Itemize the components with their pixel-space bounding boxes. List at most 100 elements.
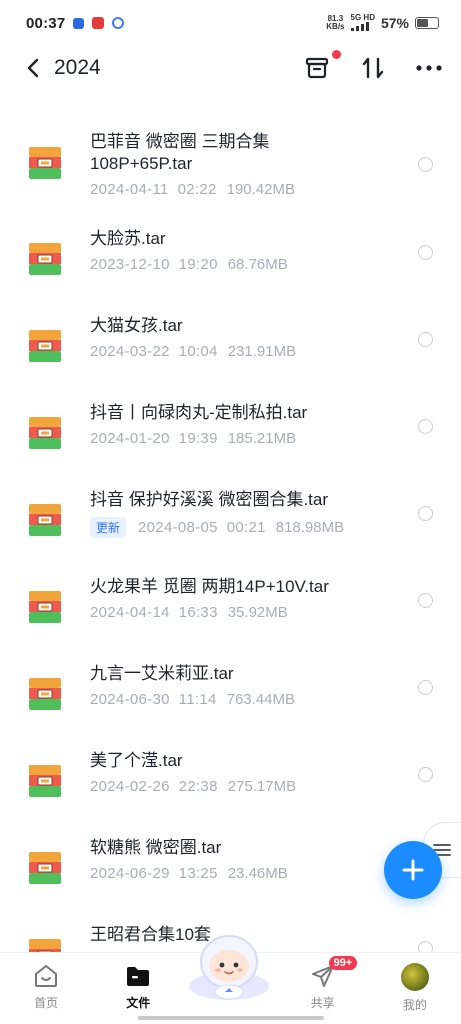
net-speed: 81.3 KB/s — [326, 14, 345, 31]
folder-icon — [127, 967, 150, 986]
file-list-item[interactable]: 九言一艾米莉亚.tar 2024-06-30 11:14 763.44MB — [0, 636, 461, 723]
file-date-value: 2024-01-20 — [90, 430, 170, 447]
sort-button[interactable] — [359, 54, 387, 82]
file-date-value: 2024-02-26 — [90, 778, 170, 795]
archive-icon — [305, 57, 329, 79]
file-date-value: 2024-06-29 — [90, 865, 170, 882]
file-list-item[interactable]: 美了个滢.tar 2024-02-26 22:38 275.17MB — [0, 723, 461, 810]
file-name: 大脸苏.tar — [90, 229, 166, 248]
file-time-value: 16:33 — [178, 604, 218, 621]
select-radio[interactable] — [418, 680, 433, 695]
mascot-assistant-button[interactable] — [183, 928, 275, 1004]
select-radio[interactable] — [418, 767, 433, 782]
file-date: 2024-01-20 19:39 — [90, 430, 218, 447]
update-badge: 更新 — [90, 517, 127, 538]
select-radio[interactable] — [418, 419, 433, 434]
file-date-value: 2024-08-05 — [138, 519, 218, 536]
file-meta: 2024-02-26 22:38 275.17MB — [90, 778, 400, 795]
file-meta: 2024-04-11 02:22 190.42MB — [90, 181, 400, 198]
file-name: 巴菲音 微密圈 三期合集108P+65P.tar — [90, 132, 270, 173]
status-bar: 00:37 81.3 KB/s 5G HD 57% — [0, 0, 461, 46]
archive-file-icon — [28, 146, 62, 180]
status-time: 00:37 — [26, 14, 66, 32]
select-radio[interactable] — [418, 332, 433, 347]
app-notification-icon — [73, 17, 85, 29]
select-radio[interactable] — [418, 157, 433, 172]
file-name: 九言一艾米莉亚.tar — [90, 664, 234, 683]
file-meta: 2024-04-14 16:33 35.92MB — [90, 604, 400, 621]
file-meta: 2024-03-22 10:04 231.91MB — [90, 343, 400, 360]
file-list-item[interactable]: 大猫女孩.tar 2024-03-22 10:04 231.91MB — [0, 288, 461, 375]
app-notification-icon — [92, 17, 105, 29]
file-date-value: 2024-03-22 — [90, 343, 170, 360]
file-date-value: 2023-12-10 — [90, 256, 170, 273]
nav-home[interactable]: 首页 — [0, 953, 92, 1024]
file-size: 763.44MB — [226, 691, 295, 708]
file-name: 大猫女孩.tar — [90, 316, 183, 335]
archive-button[interactable] — [303, 50, 341, 82]
select-radio[interactable] — [418, 593, 433, 608]
home-indicator — [138, 1016, 324, 1020]
file-list-item[interactable]: 抖音 保护好溪溪 微密圈合集.tar 更新 2024-08-05 00:21 8… — [0, 462, 461, 549]
file-name: 火龙果羊 觅圈 两期14P+10V.tar — [90, 577, 329, 596]
file-size: 35.92MB — [227, 604, 288, 621]
file-name: 抖音丨向碌肉丸-定制私拍.tar — [90, 403, 308, 422]
file-time-value: 19:20 — [178, 256, 218, 273]
file-list-item[interactable]: 大脸苏.tar 2023-12-10 19:20 68.76MB — [0, 201, 461, 288]
battery-icon — [415, 17, 439, 29]
archive-file-icon — [28, 764, 62, 798]
file-time-value: 11:14 — [178, 691, 217, 708]
file-time-value: 10:04 — [178, 343, 218, 360]
back-button[interactable] — [20, 55, 46, 81]
archive-file-icon — [28, 329, 62, 363]
more-icon — [416, 65, 442, 71]
file-size: 68.76MB — [227, 256, 288, 273]
file-date: 2024-03-22 10:04 — [90, 343, 218, 360]
file-size: 185.21MB — [227, 430, 297, 447]
file-list-item[interactable]: 巴菲音 微密圈 三期合集108P+65P.tar 2024-04-11 02:2… — [0, 104, 461, 201]
avatar — [400, 963, 429, 991]
file-date-value: 2024-06-30 — [90, 691, 170, 708]
nav-share-label: 共享 — [310, 996, 335, 1010]
more-button[interactable] — [415, 54, 443, 82]
archive-file-icon — [28, 677, 62, 711]
file-date: 2024-04-14 16:33 — [90, 604, 218, 621]
file-meta: 更新 2024-08-05 00:21 818.98MB — [90, 517, 400, 538]
archive-file-icon — [28, 590, 62, 624]
file-meta: 2024-06-29 13:25 23.46MB — [90, 865, 400, 882]
file-name: 软糖熊 微密圈.tar — [90, 838, 222, 857]
archive-file-icon — [28, 416, 62, 450]
sort-icon — [362, 57, 384, 79]
file-size: 23.46MB — [227, 865, 288, 882]
nav-files-label: 文件 — [126, 996, 151, 1010]
select-radio[interactable] — [418, 506, 433, 521]
add-button[interactable] — [384, 841, 442, 899]
file-time-value: 00:21 — [226, 519, 266, 536]
battery-percent: 57% — [380, 15, 409, 31]
plus-icon — [402, 859, 424, 881]
nav-share[interactable]: 99+ 共享 — [277, 953, 369, 1024]
file-date: 2024-04-11 02:22 — [90, 181, 217, 198]
archive-file-icon — [28, 242, 62, 276]
nav-mine[interactable]: 我的 — [369, 953, 461, 1024]
archive-file-icon — [28, 503, 62, 537]
chevron-left-icon — [27, 58, 39, 78]
file-date: 2024-02-26 22:38 — [90, 778, 218, 795]
mascot-icon — [189, 935, 269, 1000]
file-date-value: 2024-04-14 — [90, 604, 170, 621]
file-list-item[interactable]: 抖音丨向碌肉丸-定制私拍.tar 2024-01-20 19:39 185.21… — [0, 375, 461, 462]
nav-files[interactable]: 文件 — [92, 953, 184, 1024]
file-meta: 2024-06-30 11:14 763.44MB — [90, 691, 400, 708]
nav-mine-label: 我的 — [402, 998, 427, 1012]
select-radio[interactable] — [418, 245, 433, 260]
file-size: 231.91MB — [227, 343, 297, 360]
page-title: 2024 — [54, 56, 101, 79]
file-list-item[interactable]: 火龙果羊 觅圈 两期14P+10V.tar 2024-04-14 16:33 3… — [0, 549, 461, 636]
notification-dot — [332, 50, 341, 59]
file-time-value: 02:22 — [177, 181, 217, 198]
file-date-value: 2024-04-11 — [90, 181, 169, 198]
app-notification-icon — [112, 17, 125, 29]
file-size: 190.42MB — [226, 181, 295, 198]
file-time-value: 22:38 — [178, 778, 218, 795]
file-date: 2023-12-10 19:20 — [90, 256, 218, 273]
